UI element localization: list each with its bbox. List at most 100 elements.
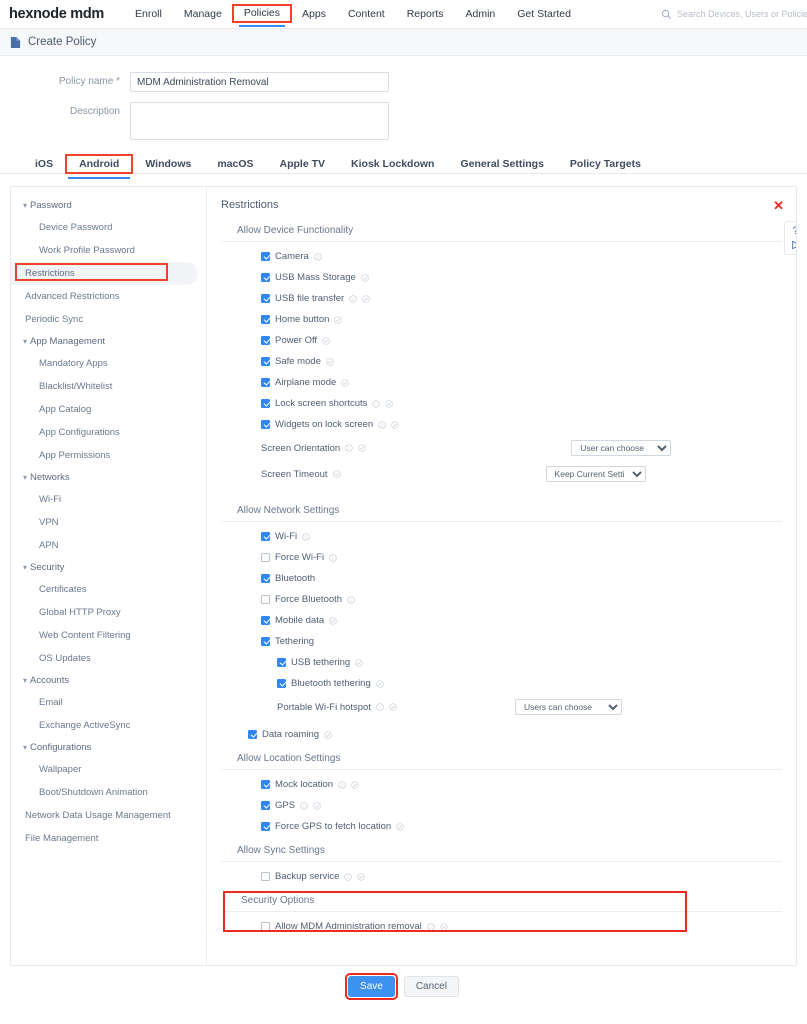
sidebar-item-network-data-usage-management[interactable]: Network Data Usage Management [11, 804, 206, 827]
global-search[interactable]: Search Devices, Users or Policies [661, 9, 807, 20]
portable-wifi-hotspot-select[interactable]: Users can choose [514, 699, 622, 715]
sidebar-item-app-configurations[interactable]: App Configurations [11, 421, 206, 444]
tab-android[interactable]: Android [65, 154, 134, 179]
sidebar-item-periodic-sync[interactable]: Periodic Sync [11, 308, 206, 331]
sidebar-group-accounts[interactable]: ▾ Accounts [11, 670, 206, 691]
sidebar-item-app-catalog[interactable]: App Catalog [11, 398, 206, 421]
tab-windows[interactable]: Windows [132, 155, 204, 173]
tab-kiosk-lockdown[interactable]: Kiosk Lockdown [338, 155, 447, 173]
checkbox-usb-mass-storage[interactable] [261, 273, 270, 282]
option-data-roaming[interactable]: Data roaming [221, 724, 782, 745]
checkbox-gps[interactable] [261, 801, 270, 810]
info-icon[interactable]: i [344, 872, 353, 881]
checkbox-data-roaming[interactable] [248, 730, 257, 739]
option-force-gps-to-fetch-location[interactable]: Force GPS to fetch location [221, 816, 782, 837]
sidebar-item-vpn[interactable]: VPN [11, 511, 206, 534]
sidebar-item-os-updates[interactable]: OS Updates [11, 647, 206, 670]
checkbox-force-gps-to-fetch-location[interactable] [261, 822, 270, 831]
option-wifi[interactable]: Wi-Fi i [221, 526, 782, 547]
checkbox-mock-location[interactable] [261, 780, 270, 789]
play-video-icon[interactable] [791, 240, 797, 250]
info-icon[interactable]: i [345, 444, 353, 452]
close-icon[interactable]: ✕ [773, 199, 784, 212]
info-icon[interactable]: i [349, 294, 357, 303]
search-input-placeholder[interactable]: Search Devices, Users or Policies [677, 9, 807, 19]
nav-item-content[interactable]: Content [337, 0, 396, 28]
sidebar-item-apn[interactable]: APN [11, 534, 206, 557]
checkbox-power-off[interactable] [261, 336, 270, 345]
sidebar-group-password[interactable]: ▾ Password [11, 195, 206, 216]
tab-apple-tv[interactable]: Apple TV [267, 155, 339, 173]
info-icon[interactable]: i [347, 595, 355, 604]
sidebar-item-work-profile-password[interactable]: Work Profile Password [11, 239, 206, 262]
tab-ios[interactable]: iOS [22, 155, 66, 173]
option-camera[interactable]: Camera i [221, 246, 782, 267]
cancel-button[interactable]: Cancel [403, 976, 459, 997]
option-bluetooth[interactable]: Bluetooth [221, 568, 782, 589]
sidebar-item-exchange-activesync[interactable]: Exchange ActiveSync [11, 714, 206, 737]
option-usb-file-transfer[interactable]: USB file transfer i [221, 288, 782, 309]
sidebar-item-certificates[interactable]: Certificates [11, 578, 206, 601]
option-home-button[interactable]: Home button [221, 309, 782, 330]
checkbox-camera[interactable] [261, 252, 270, 261]
option-allow-mdm-administration-removal[interactable]: Allow MDM Administration removal i [221, 916, 782, 937]
checkbox-mobile-data[interactable] [261, 616, 270, 625]
option-power-off[interactable]: Power Off [221, 330, 782, 351]
sidebar-item-file-management[interactable]: File Management [11, 827, 206, 850]
policy-name-input[interactable] [130, 72, 389, 92]
checkbox-widgets-on-lock-screen[interactable] [261, 420, 270, 429]
info-icon[interactable]: i [302, 532, 310, 541]
option-backup-service[interactable]: Backup service i [221, 866, 782, 887]
option-bluetooth-tethering[interactable]: Bluetooth tethering [221, 673, 782, 694]
info-icon[interactable]: i [314, 252, 322, 261]
nav-item-apps[interactable]: Apps [291, 0, 337, 28]
info-icon[interactable]: i [329, 553, 337, 562]
info-icon[interactable]: i [376, 703, 384, 711]
tab-macos[interactable]: macOS [204, 155, 266, 173]
checkbox-usb-tethering[interactable] [277, 658, 286, 667]
question-mark-icon[interactable]: ? [792, 225, 796, 237]
option-tethering[interactable]: Tethering [221, 631, 782, 652]
tab-policy-targets[interactable]: Policy Targets [557, 155, 654, 173]
checkbox-lock-screen-shortcuts[interactable] [261, 399, 270, 408]
info-icon[interactable]: i [338, 780, 346, 789]
option-gps[interactable]: GPS i [221, 795, 782, 816]
sidebar-group-networks[interactable]: ▾ Networks [11, 467, 206, 488]
checkbox-force-bluetooth[interactable] [261, 595, 270, 604]
nav-item-policies[interactable]: Policies [231, 4, 293, 27]
sidebar-item-blacklist-whitelist[interactable]: Blacklist/Whitelist [11, 375, 206, 398]
option-safe-mode[interactable]: Safe mode [221, 351, 782, 372]
option-mobile-data[interactable]: Mobile data [221, 610, 782, 631]
checkbox-safe-mode[interactable] [261, 357, 270, 366]
option-force-bluetooth[interactable]: Force Bluetooth i [221, 589, 782, 610]
option-airplane-mode[interactable]: Airplane mode [221, 372, 782, 393]
checkbox-airplane-mode[interactable] [261, 378, 270, 387]
checkbox-allow-mdm-administration-removal[interactable] [261, 922, 270, 931]
brand-logo[interactable]: hexnode mdm [9, 6, 104, 22]
option-force-wifi[interactable]: Force Wi-Fi i [221, 547, 782, 568]
save-button[interactable]: Save [348, 976, 395, 997]
checkbox-bluetooth-tethering[interactable] [277, 679, 286, 688]
sidebar-group-configurations[interactable]: ▾ Configurations [11, 737, 206, 758]
screen-timeout-select[interactable]: Keep Current Settings [545, 466, 646, 482]
checkbox-force-wifi[interactable] [261, 553, 270, 562]
sidebar-item-device-password[interactable]: Device Password [11, 216, 206, 239]
sidebar-item-advanced-restrictions[interactable]: Advanced Restrictions [11, 285, 206, 308]
nav-item-reports[interactable]: Reports [396, 0, 455, 28]
sidebar-item-mandatory-apps[interactable]: Mandatory Apps [11, 352, 206, 375]
option-usb-tethering[interactable]: USB tethering [221, 652, 782, 673]
sidebar-group-app-management[interactable]: ▾ App Management [11, 331, 206, 352]
checkbox-backup-service[interactable] [261, 872, 270, 881]
sidebar-item-boot-shutdown-animation[interactable]: Boot/Shutdown Animation [11, 781, 206, 804]
info-icon[interactable]: i [372, 399, 381, 408]
checkbox-home-button[interactable] [261, 315, 270, 324]
nav-item-manage[interactable]: Manage [173, 0, 233, 28]
checkbox-wifi[interactable] [261, 532, 270, 541]
tab-general-settings[interactable]: General Settings [447, 155, 556, 173]
nav-item-get-started[interactable]: Get Started [506, 0, 582, 28]
screen-orientation-select[interactable]: User can choose [571, 440, 672, 456]
sidebar-item-wifi[interactable]: Wi-Fi [11, 488, 206, 511]
checkbox-bluetooth[interactable] [261, 574, 270, 583]
nav-item-admin[interactable]: Admin [454, 0, 506, 28]
checkbox-usb-file-transfer[interactable] [261, 294, 270, 303]
